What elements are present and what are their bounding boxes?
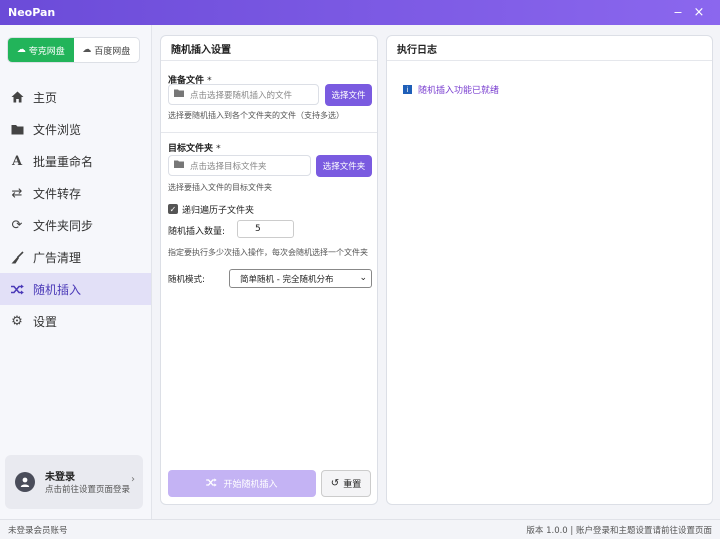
count-hint: 指定要执行多少次插入操作，每次会随机选择一个文件夹 [168, 248, 368, 257]
shuffle-icon [10, 282, 24, 296]
disk-baidu[interactable]: ☁ 百度网盘 [74, 38, 140, 62]
source-hint: 选择要随机插入到各个文件夹的文件（支持多选） [168, 111, 344, 120]
shuffle-icon [206, 477, 218, 490]
target-label: 目标文件夹 * [168, 144, 221, 154]
target-hint: 选择要插入文件的目标文件夹 [168, 183, 272, 192]
home-icon [10, 90, 24, 104]
reset-button[interactable]: ↺ 重置 [321, 470, 371, 497]
count-input[interactable]: 5 [237, 220, 294, 238]
disk-switch: ☁ 夸克网盘 ☁ 百度网盘 [7, 37, 140, 63]
disk-quark[interactable]: ☁ 夸克网盘 [8, 38, 74, 62]
mode-select[interactable]: 简单随机 - 完全随机分布 ⌄ [229, 269, 372, 288]
recursive-checkbox[interactable]: ✓ [168, 204, 178, 214]
select-folder-button[interactable]: 选择文件夹 [316, 155, 372, 177]
broom-icon [10, 250, 24, 264]
settings-panel: 随机插入设置 准备文件 * 点击选择要随机插入的文件 选择文件 选择要随机插入到… [160, 35, 378, 505]
gear-icon: ⚙ [11, 313, 23, 329]
sidebar-nav: 主页 文件浏览 A 批量重命名 ⇄ 文件转存 ⟳ 文件夹同步 广告清理 随机插入… [0, 81, 151, 337]
status-right: 版本 1.0.0 | 账户登录和主题设置请前往设置页面 [526, 525, 712, 536]
user-card[interactable]: 未登录 点击前往设置页面登录 › [5, 455, 143, 509]
log-panel: 执行日志 i 随机插入功能已就绪 [386, 35, 713, 505]
folder-icon [174, 160, 184, 171]
cloud-icon: ☁ [16, 45, 26, 55]
chevron-right-icon: › [131, 474, 135, 485]
target-folder-input[interactable]: 点击选择目标文件夹 [168, 155, 311, 176]
user-hint: 点击前往设置页面登录 [45, 485, 131, 495]
sidebar-item-home[interactable]: 主页 [0, 81, 151, 113]
sidebar-item-rename[interactable]: A 批量重命名 [0, 145, 151, 177]
status-left: 未登录会员账号 [8, 525, 68, 536]
title-bar: NeoPan ‒ × [0, 0, 720, 25]
sidebar-item-ad-clean[interactable]: 广告清理 [0, 241, 151, 273]
app-title: NeoPan [8, 6, 56, 19]
chevron-down-icon: ⌄ [359, 273, 367, 283]
undo-icon: ↺ [330, 478, 340, 489]
log-entry: i 随机插入功能已就绪 [403, 83, 499, 96]
sidebar-item-random-insert[interactable]: 随机插入 [0, 273, 151, 305]
status-bar: 未登录会员账号 版本 1.0.0 | 账户登录和主题设置请前往设置页面 [0, 519, 720, 539]
transfer-icon: ⇄ [11, 185, 23, 201]
count-label: 随机插入数量: [168, 227, 226, 237]
sidebar-item-settings[interactable]: ⚙ 设置 [0, 305, 151, 337]
sidebar-item-files[interactable]: 文件浏览 [0, 113, 151, 145]
sync-icon: ⟳ [11, 217, 23, 233]
user-name: 未登录 [45, 472, 75, 483]
font-icon: A [11, 153, 23, 169]
settings-title: 随机插入设置 [161, 36, 377, 61]
select-file-button[interactable]: 选择文件 [325, 84, 372, 106]
sidebar: ☁ 夸克网盘 ☁ 百度网盘 主页 文件浏览 A 批量重命名 ⇄ 文件转存 ⟳ 文… [0, 25, 152, 519]
log-title: 执行日志 [387, 36, 712, 61]
folder-icon [174, 89, 184, 100]
recursive-label: 递归遍历子文件夹 [182, 206, 255, 216]
sidebar-item-transfer[interactable]: ⇄ 文件转存 [0, 177, 151, 209]
start-insert-button[interactable]: 开始随机插入 [168, 470, 316, 497]
mode-label: 随机模式: [168, 275, 205, 285]
sidebar-item-sync[interactable]: ⟳ 文件夹同步 [0, 209, 151, 241]
cloud-icon: ☁ [82, 45, 92, 55]
info-icon: i [403, 85, 412, 94]
source-file-input[interactable]: 点击选择要随机插入的文件 [168, 84, 319, 105]
user-icon [15, 472, 35, 492]
folder-icon [10, 122, 24, 136]
close-button[interactable]: × [685, 0, 713, 25]
